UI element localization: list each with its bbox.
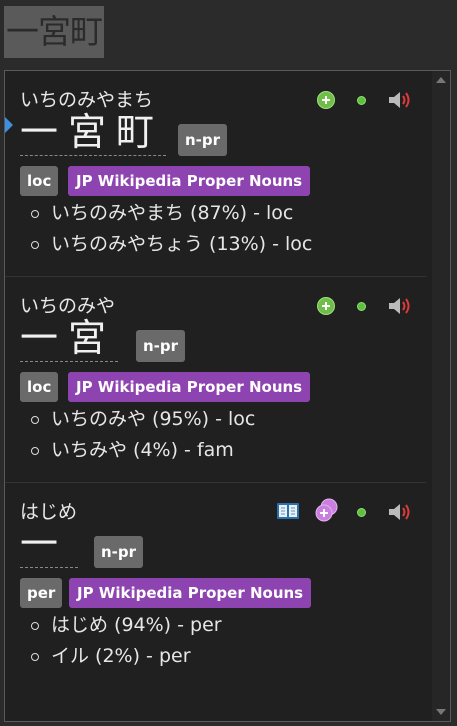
pos-tag: n-pr [94,536,144,568]
entry-kanji[interactable]: 一 [20,521,78,568]
tag-loc: loc [20,166,59,196]
dictionary-popup: いちのみやまち 一宮町 n-pr loc JP Wikipedia Proper… [4,70,451,722]
duplicate-add-icon[interactable] [314,497,340,523]
tag-loc: loc [20,372,59,402]
entry-3: はじめ 一 n-pr per JP Wikipedia Proper Nouns… [5,482,426,712]
scroll-up-icon[interactable] [436,77,446,83]
pos-tag: n-pr [136,330,186,362]
tag-wikipedia: JP Wikipedia Proper Nouns [69,578,312,608]
definition-list: いちのみやまち (87%) - loc いちのみやちょう (13%) - loc [31,198,312,260]
add-note-icon[interactable] [317,91,335,109]
status-dot-icon[interactable] [357,508,366,517]
pos-tag: n-pr [178,124,228,156]
entry-reading: いちのみやまち [20,89,154,111]
speaker-icon[interactable] [387,296,413,316]
speaker-icon[interactable] [387,90,413,110]
status-dot-icon[interactable] [357,96,366,105]
tag-wikipedia: JP Wikipedia Proper Nouns [68,372,311,402]
definition-item: いちのみやちょう (13%) - loc [31,229,312,260]
source-word: 一宮町 [4,6,104,58]
definition-list: いちのみや (95%) - loc いちみや (4%) - fam [31,404,255,466]
entry-kanji[interactable]: 一宮町 [20,109,167,156]
entry-1: いちのみやまち 一宮町 n-pr loc JP Wikipedia Proper… [5,71,426,276]
entry-reading: はじめ [20,501,78,523]
tag-wikipedia: JP Wikipedia Proper Nouns [68,166,311,196]
definition-list: はじめ (94%) - per イル (2%) - per [31,610,222,672]
speaker-icon[interactable] [387,502,413,522]
definition-item: はじめ (94%) - per [31,610,222,641]
entry-reading: いちのみや [20,295,116,317]
definition-item: イル (2%) - per [31,641,222,672]
scroll-down-icon[interactable] [436,709,446,715]
scrollbar[interactable] [432,71,450,721]
entry-2: いちのみや 一宮 n-pr loc JP Wikipedia Proper No… [5,276,426,482]
book-icon[interactable] [276,501,300,521]
tag-per: per [20,578,63,608]
definition-item: いちのみやまち (87%) - loc [31,198,312,229]
definition-item: いちのみや (95%) - loc [31,404,255,435]
add-note-icon[interactable] [317,297,335,315]
status-dot-icon[interactable] [357,302,366,311]
definition-item: いちみや (4%) - fam [31,435,255,466]
entry-kanji[interactable]: 一宮 [20,315,119,362]
